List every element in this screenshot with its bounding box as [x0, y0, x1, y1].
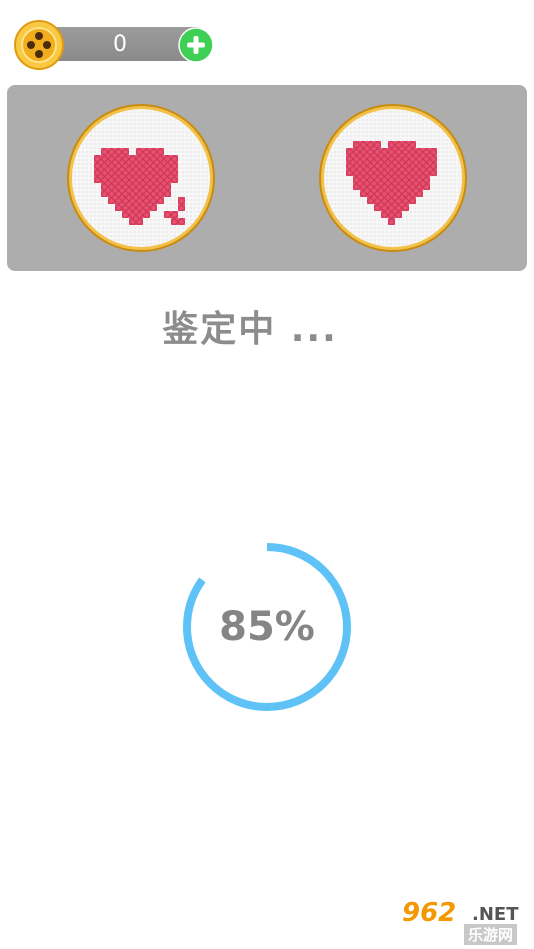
watermark-subtitle: 乐游网 — [464, 924, 518, 945]
status-label: 鉴定中 ... — [162, 309, 338, 350]
target-pattern-hoop — [67, 104, 215, 252]
coin-icon — [14, 20, 64, 70]
watermark-domain: .NET — [472, 904, 519, 925]
progress-percent: 85% — [219, 604, 315, 650]
site-watermark: 962 .NET 乐游网 — [394, 898, 532, 945]
add-coins-button[interactable] — [178, 27, 214, 63]
watermark-number: 962 — [402, 898, 457, 928]
coin-count: 0 — [113, 32, 127, 57]
result-pattern-hoop — [319, 104, 467, 252]
